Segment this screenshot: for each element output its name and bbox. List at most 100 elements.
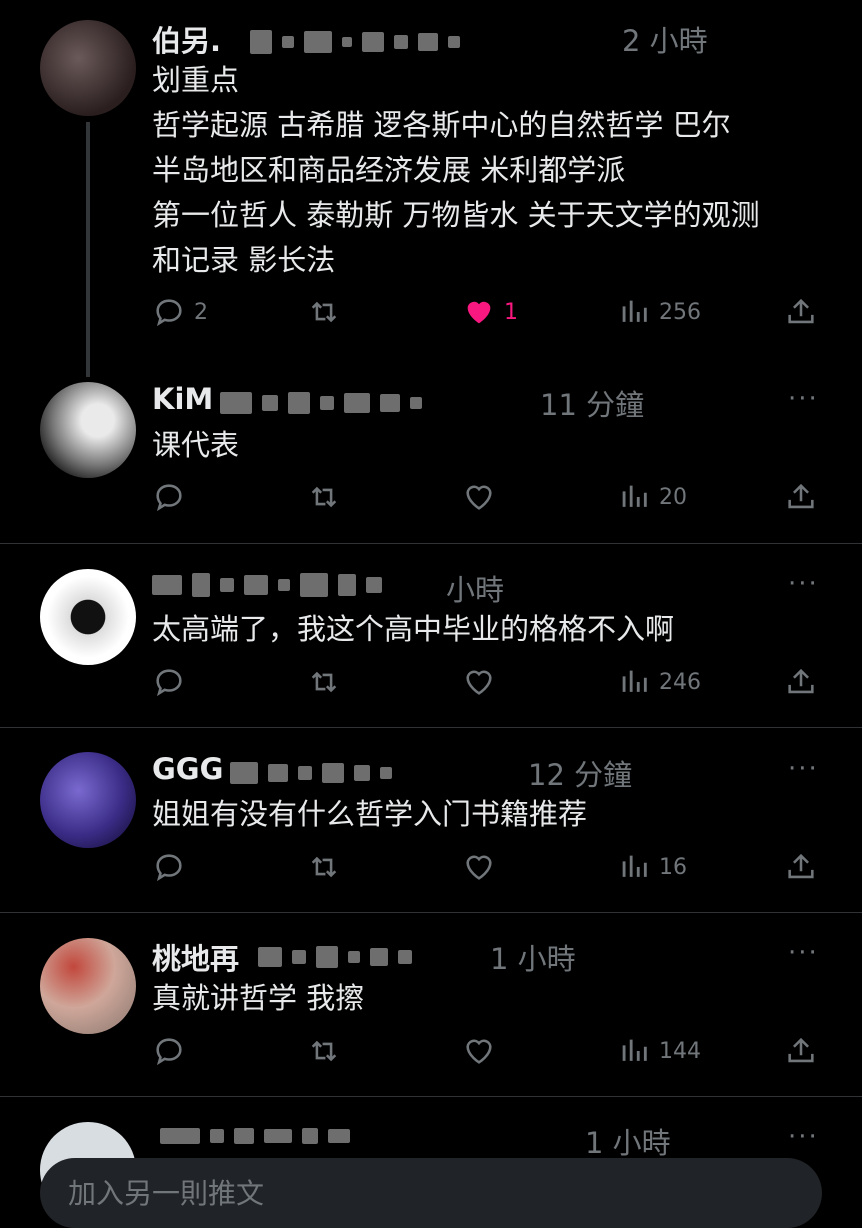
author-name[interactable]: GGG: [152, 752, 223, 786]
tweet-line: 划重点: [152, 63, 240, 97]
redacted-handle: [230, 762, 392, 784]
reply-icon: [156, 1038, 182, 1066]
redacted-handle: [250, 30, 460, 54]
divider: [0, 727, 862, 728]
share-button[interactable]: [784, 1034, 818, 1068]
views-button[interactable]: 246: [617, 665, 701, 699]
tweet-line: 课代表: [152, 428, 240, 462]
more-icon[interactable]: ···: [788, 1122, 819, 1152]
share-icon: [788, 668, 814, 694]
more-icon[interactable]: ···: [788, 384, 819, 414]
tweet-post[interactable]: 伯另. 2 小時 划重点 哲学起源 古希腊 逻各斯中心的自然哲学 巴尔 半岛地区…: [0, 0, 862, 377]
redacted-handle: [220, 392, 422, 414]
author-name[interactable]: 桃地再: [152, 936, 239, 978]
like-icon: [466, 1039, 492, 1064]
more-icon[interactable]: ···: [788, 754, 819, 784]
like-button[interactable]: [462, 850, 496, 884]
reply-icon: [156, 669, 182, 697]
reply-button[interactable]: [152, 480, 186, 514]
reply-button[interactable]: [152, 665, 186, 699]
share-button[interactable]: [784, 665, 818, 699]
retweet-button[interactable]: [307, 665, 341, 699]
tweet-line: 真就讲哲学 我擦: [152, 981, 365, 1015]
timestamp[interactable]: 11 分鐘: [540, 382, 644, 424]
like-button[interactable]: [462, 1034, 496, 1068]
retweet-button[interactable]: [307, 480, 341, 514]
retweet-button[interactable]: [307, 850, 341, 884]
action-bar: 144: [152, 1034, 822, 1074]
author-name[interactable]: 伯另.: [152, 18, 221, 60]
like-button[interactable]: [462, 665, 496, 699]
tweet-post[interactable]: 1 小時 ···: [0, 1098, 862, 1218]
reply-icon: [156, 299, 182, 327]
divider: [0, 912, 862, 913]
like-icon: [466, 670, 492, 695]
timestamp[interactable]: 小時: [446, 567, 504, 609]
share-button[interactable]: [784, 850, 818, 884]
views-count: 256: [659, 299, 701, 325]
views-count: 16: [659, 854, 687, 880]
like-count: 1: [504, 299, 518, 325]
share-icon: [788, 483, 814, 509]
views-count: 144: [659, 1038, 701, 1064]
reply-icon: [156, 484, 182, 512]
divider: [0, 543, 862, 544]
retweet-icon: [311, 301, 337, 323]
retweet-icon: [311, 856, 337, 878]
thread-line: [86, 122, 90, 377]
avatar[interactable]: [40, 20, 136, 116]
tweet-line: 半岛地区和商品经济发展 米利都学派: [152, 153, 626, 187]
share-button[interactable]: [784, 295, 818, 329]
redacted-handle: [258, 946, 412, 968]
avatar[interactable]: [40, 382, 136, 478]
composer-placeholder[interactable]: 加入另一則推文: [68, 1172, 264, 1212]
timestamp[interactable]: 1 小時: [585, 1120, 671, 1162]
like-button[interactable]: [462, 480, 496, 514]
reply-composer[interactable]: 加入另一則推文: [40, 1158, 822, 1228]
timestamp[interactable]: 2 小時: [622, 18, 708, 60]
more-icon[interactable]: ···: [788, 569, 819, 599]
retweet-icon: [311, 671, 337, 693]
views-button[interactable]: 256: [617, 295, 701, 329]
share-button[interactable]: [784, 480, 818, 514]
retweet-button[interactable]: [307, 1034, 341, 1068]
tweet-line: 和记录 影长法: [152, 243, 336, 277]
timestamp[interactable]: 12 分鐘: [528, 752, 632, 794]
more-icon[interactable]: ···: [788, 938, 819, 968]
divider: [0, 1096, 862, 1097]
action-bar: 20: [152, 480, 822, 520]
like-button[interactable]: 1: [462, 295, 518, 329]
tweet-line: 哲学起源 古希腊 逻各斯中心的自然哲学 巴尔: [152, 108, 731, 142]
redacted-handle: [152, 573, 382, 597]
avatar[interactable]: [40, 938, 136, 1034]
share-icon: [788, 853, 814, 879]
tweet-post[interactable]: 小時 ··· 太高端了，我这个高中毕业的格格不入啊 246: [0, 545, 862, 727]
like-icon: [466, 485, 492, 510]
views-count: 246: [659, 669, 701, 695]
reply-count: 2: [194, 299, 208, 325]
views-icon: [622, 485, 647, 507]
action-bar: 16: [152, 850, 822, 890]
reply-button[interactable]: [152, 1034, 186, 1068]
tweet-line: 姐姐有没有什么哲学入门书籍推荐: [152, 797, 588, 831]
views-button[interactable]: 144: [617, 1034, 701, 1068]
tweet-post[interactable]: GGG 12 分鐘 ··· 姐姐有没有什么哲学入门书籍推荐 16: [0, 730, 862, 912]
avatar[interactable]: [40, 752, 136, 848]
views-icon: [622, 300, 647, 322]
reply-button[interactable]: [152, 850, 186, 884]
views-button[interactable]: 16: [617, 850, 687, 884]
retweet-icon: [311, 486, 337, 508]
tweet-line: 太高端了，我这个高中毕业的格格不入啊: [152, 612, 675, 646]
tweet-line: 第一位哲人 泰勒斯 万物皆水 关于天文学的观测: [152, 198, 760, 232]
tweet-post[interactable]: 桃地再 1 小時 ··· 真就讲哲学 我擦 144: [0, 914, 862, 1096]
author-name[interactable]: KiM: [152, 382, 213, 416]
tweet-post[interactable]: KiM 11 分鐘 ··· 课代表 20: [0, 360, 862, 543]
retweet-button[interactable]: [307, 295, 341, 329]
views-count: 20: [659, 484, 687, 510]
action-bar: 2 1 256: [152, 295, 822, 335]
avatar[interactable]: [40, 569, 136, 665]
reply-button[interactable]: 2: [152, 295, 208, 329]
views-button[interactable]: 20: [617, 480, 687, 514]
timestamp[interactable]: 1 小時: [490, 936, 576, 978]
views-icon: [622, 855, 647, 877]
